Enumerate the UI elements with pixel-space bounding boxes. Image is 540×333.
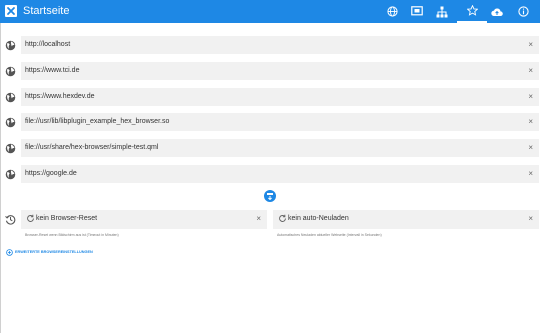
app-logo-icon (5, 5, 17, 17)
url-field-2[interactable]: https://www.tci.de × (21, 62, 539, 80)
url-field-4[interactable]: file://usr/lib/libplugin_example_hex_bro… (21, 113, 539, 131)
add-url-button[interactable] (264, 190, 276, 202)
globe-icon (5, 143, 16, 154)
top-app-bar: Startseite (0, 0, 540, 23)
window-left-border (0, 23, 1, 333)
globe-icon (5, 40, 16, 51)
clear-icon[interactable]: × (528, 65, 533, 77)
clear-icon[interactable]: × (528, 39, 533, 51)
url-field-value: https://www.hexdev.de (25, 93, 95, 100)
globe-icon (5, 92, 16, 103)
toolbar-sitemap-button[interactable] (427, 0, 457, 23)
refresh-icon (278, 214, 287, 223)
browser-reset-hint: Browser-Reset wenn Bildschirm aus ist (T… (25, 233, 119, 237)
globe-icon (386, 6, 398, 17)
clear-icon[interactable]: × (256, 213, 261, 225)
url-field-value: http://localhost (25, 41, 71, 48)
url-field-5[interactable]: file://usr/share/hex-browser/simple-test… (21, 139, 539, 157)
sitemap-icon (436, 6, 448, 17)
browser-reset-value: kein Browser-Reset (36, 215, 98, 222)
auto-reload-value: kein auto-Neuladen (288, 215, 349, 222)
page-title: Startseite (23, 5, 70, 17)
globe-icon (5, 66, 16, 77)
url-field-value: https://www.tci.de (25, 67, 80, 74)
url-field-3[interactable]: https://www.hexdev.de × (21, 88, 539, 106)
advanced-settings-label: ERWEITERTE BROWSEREINSTELLUNGEN (15, 250, 93, 254)
auto-reload-select[interactable]: kein auto-Neuladen × (273, 210, 539, 229)
url-field-1[interactable]: http://localhost × (21, 36, 539, 54)
globe-icon (5, 169, 16, 180)
auto-reload-hint: Automatisches Neuladen aktueller Webseit… (277, 233, 382, 237)
advanced-settings-link[interactable]: ERWEITERTE BROWSEREINSTELLUNGEN (6, 248, 93, 256)
refresh-icon (26, 214, 35, 223)
url-field-value: file://usr/lib/libplugin_example_hex_bro… (25, 118, 170, 125)
cloud-upload-icon (491, 8, 503, 16)
display-icon (411, 6, 423, 16)
history-clock-icon (5, 214, 16, 225)
url-field-value: file://usr/share/hex-browser/simple-test… (25, 144, 159, 151)
info-icon (517, 6, 529, 17)
url-field-6[interactable]: https://google.de × (21, 165, 539, 183)
url-field-value: https://google.de (25, 170, 77, 177)
globe-icon (5, 117, 16, 128)
toolbar-info-button[interactable] (508, 0, 538, 23)
clear-icon[interactable]: × (528, 116, 533, 128)
clear-icon[interactable]: × (528, 168, 533, 180)
browser-reset-select[interactable]: kein Browser-Reset × (21, 210, 267, 229)
clear-icon[interactable]: × (528, 213, 533, 225)
add-circle-icon (6, 248, 13, 256)
clear-icon[interactable]: × (528, 142, 533, 154)
star-icon (466, 5, 478, 16)
clear-icon[interactable]: × (528, 91, 533, 103)
add-row-icon (267, 193, 273, 200)
